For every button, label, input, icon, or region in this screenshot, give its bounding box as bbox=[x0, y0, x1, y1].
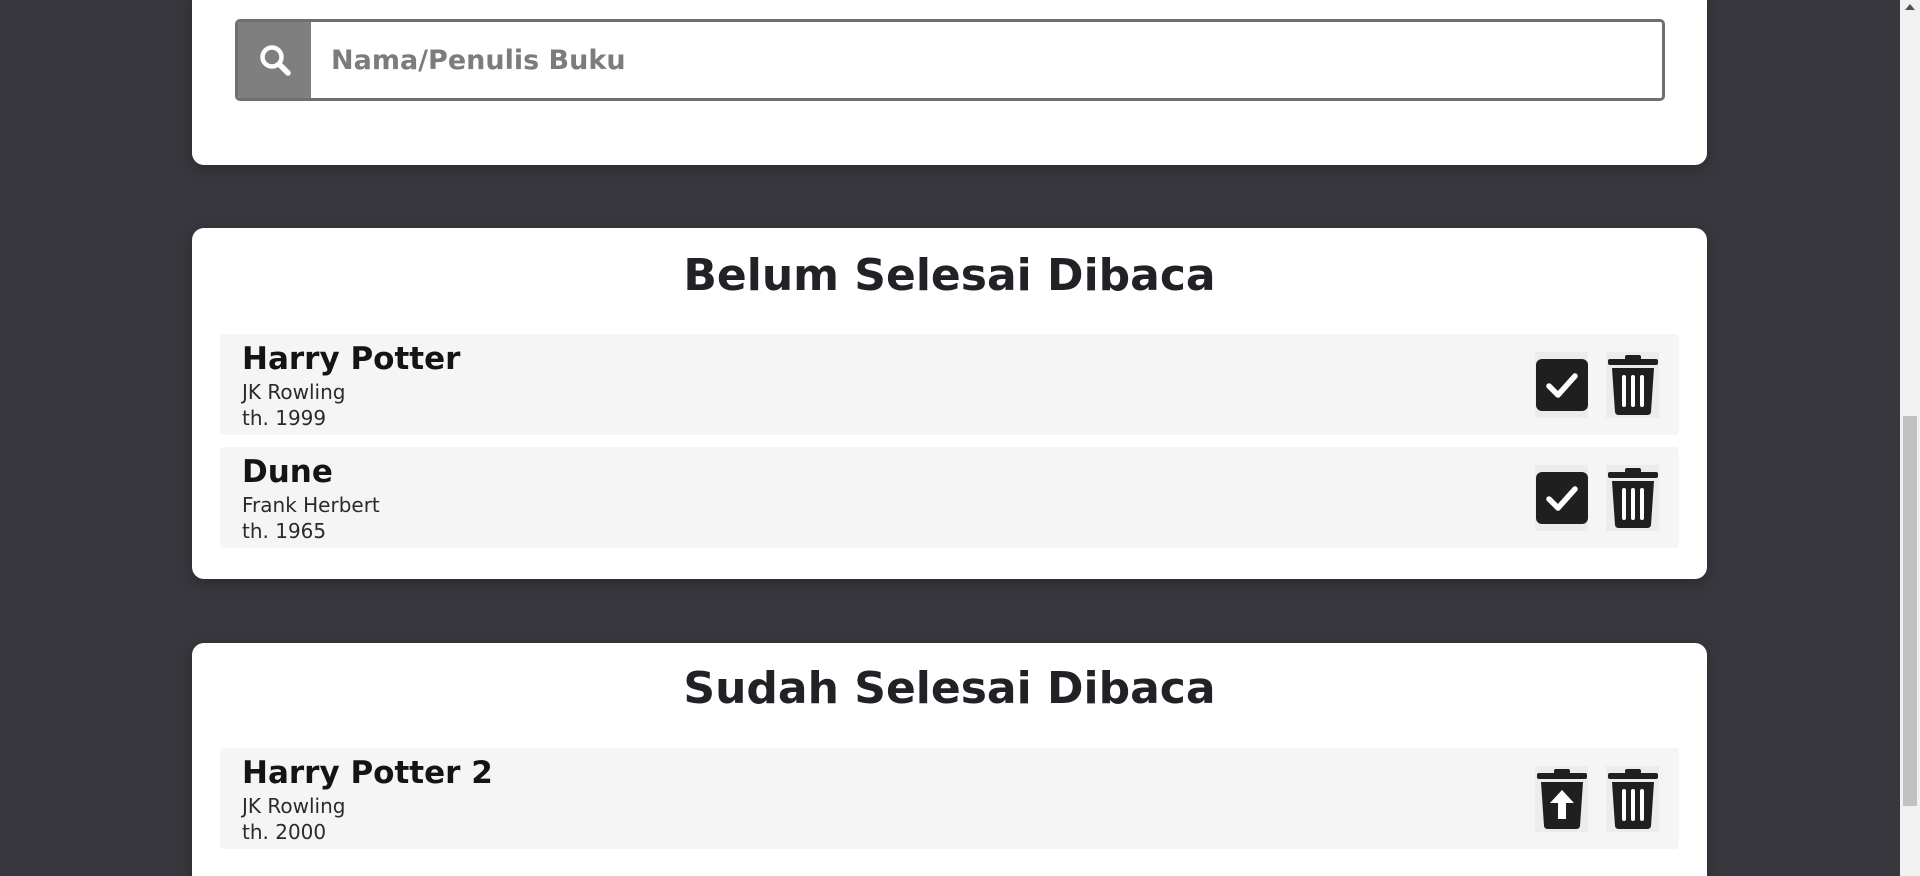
read-book-list: Harry Potter 2 JK Rowling th. 2000 bbox=[220, 748, 1679, 861]
scroll-up-arrow-icon[interactable] bbox=[1900, 0, 1920, 14]
unread-books-card: Belum Selesai Dibaca Harry Potter JK Row… bbox=[192, 228, 1707, 579]
book-title: Harry Potter 2 bbox=[242, 755, 493, 791]
page: Belum Selesai Dibaca Harry Potter JK Row… bbox=[0, 0, 1920, 876]
search-input[interactable] bbox=[311, 22, 1662, 98]
book-year: th. 2000 bbox=[242, 820, 327, 844]
read-section-title: Sudah Selesai Dibaca bbox=[683, 663, 1216, 714]
undo-trash-icon bbox=[1536, 769, 1587, 829]
book-item: Dune Frank Herbert th. 1965 bbox=[220, 447, 1679, 548]
delete-button[interactable] bbox=[1606, 352, 1659, 418]
check-square-icon bbox=[1535, 359, 1588, 411]
read-books-card: Sudah Selesai Dibaca Harry Potter 2 JK R… bbox=[192, 643, 1707, 876]
book-year: th. 1965 bbox=[242, 519, 327, 543]
book-actions bbox=[1535, 465, 1659, 531]
book-author: Frank Herbert bbox=[242, 493, 380, 517]
trash-icon bbox=[1607, 769, 1658, 829]
search-icon bbox=[259, 45, 291, 76]
book-author: JK Rowling bbox=[242, 380, 346, 404]
mark-read-button[interactable] bbox=[1535, 465, 1588, 531]
book-actions bbox=[1535, 352, 1659, 418]
search-card bbox=[192, 0, 1707, 165]
search-bar bbox=[235, 19, 1665, 101]
unread-book-list: Harry Potter JK Rowling th. 1999 Dune Fr… bbox=[220, 334, 1679, 560]
mark-read-button[interactable] bbox=[1535, 352, 1588, 418]
trash-icon bbox=[1607, 355, 1658, 415]
book-author: JK Rowling bbox=[242, 794, 346, 818]
check-square-icon bbox=[1535, 472, 1588, 524]
book-title: Harry Potter bbox=[242, 341, 461, 377]
delete-button[interactable] bbox=[1606, 465, 1659, 531]
scrollbar-thumb[interactable] bbox=[1903, 416, 1917, 806]
trash-icon bbox=[1607, 468, 1658, 528]
book-year: th. 1999 bbox=[242, 406, 327, 430]
book-title: Dune bbox=[242, 454, 333, 490]
page-scrollbar[interactable] bbox=[1900, 0, 1920, 876]
move-to-unread-button[interactable] bbox=[1535, 766, 1588, 832]
book-actions bbox=[1535, 766, 1659, 832]
unread-section-title: Belum Selesai Dibaca bbox=[683, 250, 1216, 301]
delete-button[interactable] bbox=[1606, 766, 1659, 832]
book-item: Harry Potter JK Rowling th. 1999 bbox=[220, 334, 1679, 435]
book-item: Harry Potter 2 JK Rowling th. 2000 bbox=[220, 748, 1679, 849]
search-button[interactable] bbox=[238, 22, 311, 98]
